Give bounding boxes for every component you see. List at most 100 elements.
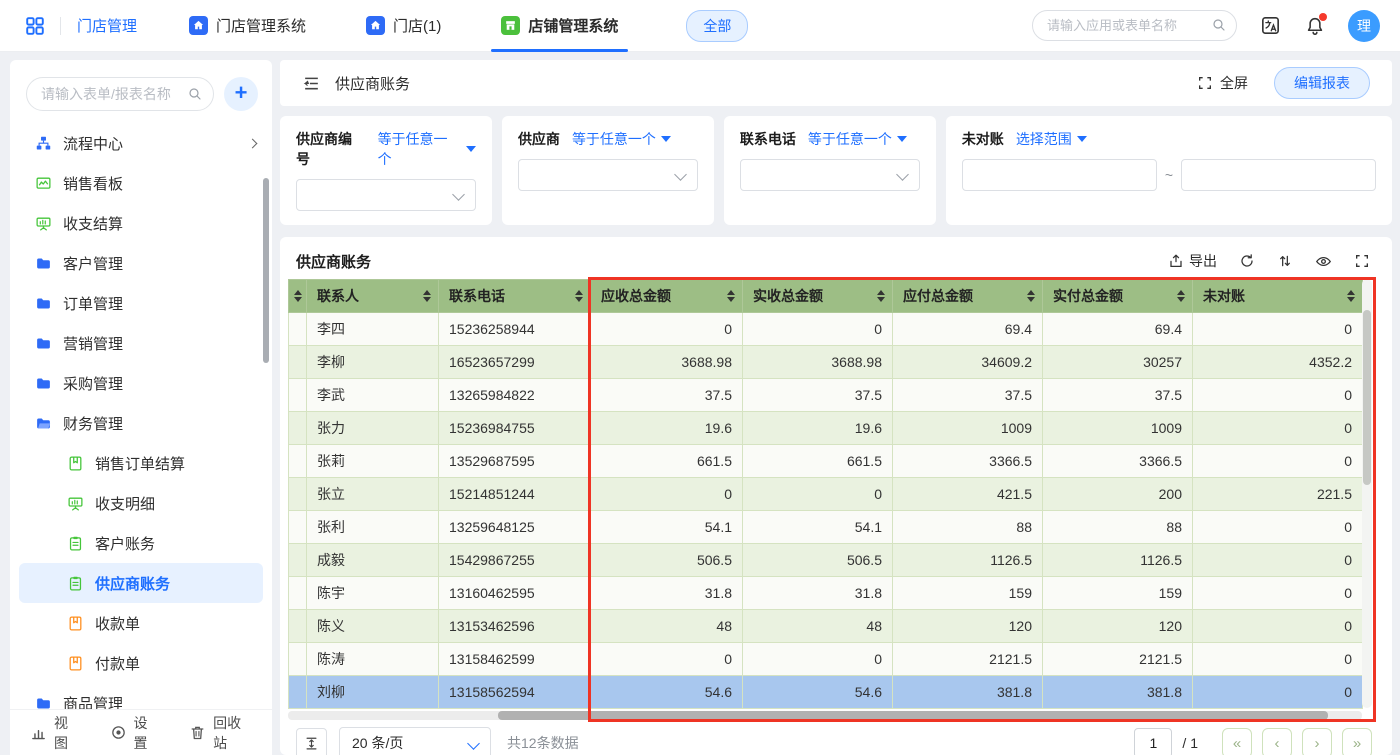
table-row[interactable]: 张利1325964812554.154.188880 bbox=[289, 511, 1363, 544]
table-row[interactable]: 李柳165236572993688.983688.9834609.2302574… bbox=[289, 346, 1363, 379]
table-row[interactable]: 成毅15429867255506.5506.51126.51126.50 bbox=[289, 544, 1363, 577]
page-size-select[interactable]: 20 条/页 bbox=[339, 727, 491, 755]
last-page-button[interactable]: » bbox=[1342, 728, 1372, 755]
page-number-input[interactable] bbox=[1134, 728, 1172, 755]
sidebar-footer-回收站[interactable]: 回收站 bbox=[189, 713, 252, 753]
book-orange-icon bbox=[67, 615, 84, 632]
all-apps-badge[interactable]: 全部 bbox=[686, 10, 748, 42]
export-button[interactable]: 导出 bbox=[1168, 251, 1217, 271]
sidebar-item-客户管理[interactable]: 客户管理 bbox=[10, 243, 272, 283]
next-page-button[interactable]: › bbox=[1302, 728, 1332, 755]
cell: 张利 bbox=[307, 511, 439, 544]
collapse-sidebar-icon[interactable] bbox=[302, 74, 321, 93]
sidebar-item-销售看板[interactable]: 销售看板 bbox=[10, 163, 272, 203]
range-max-input[interactable] bbox=[1181, 159, 1376, 191]
refresh-icon[interactable] bbox=[1239, 253, 1255, 269]
sidebar-item-采购管理[interactable]: 采购管理 bbox=[10, 363, 272, 403]
table-row[interactable]: 李武1326598482237.537.537.537.50 bbox=[289, 379, 1363, 412]
filter-condition[interactable]: 选择范围 bbox=[1016, 129, 1087, 149]
table-row[interactable]: 陈义1315346259648481201200 bbox=[289, 610, 1363, 643]
table-row[interactable]: 张莉13529687595661.5661.53366.53366.50 bbox=[289, 445, 1363, 478]
workspace-title[interactable]: 门店管理 bbox=[77, 15, 137, 36]
filter-condition[interactable]: 等于任意一个 bbox=[808, 129, 907, 149]
column-header-联系人[interactable]: 联系人 bbox=[307, 280, 439, 313]
global-search-input[interactable] bbox=[1032, 10, 1237, 41]
sort-toggle-icon[interactable] bbox=[1277, 253, 1293, 269]
cell: 2121.5 bbox=[1043, 643, 1193, 676]
sidebar-scrollbar[interactable] bbox=[263, 178, 269, 363]
sort-up-arrow bbox=[575, 286, 583, 295]
fullscreen-button[interactable]: 全屏 bbox=[1197, 73, 1248, 93]
horizontal-scrollbar[interactable] bbox=[288, 711, 1362, 720]
table-fullscreen-icon[interactable] bbox=[1354, 253, 1370, 269]
edit-report-button[interactable]: 编辑报表 bbox=[1274, 67, 1370, 99]
column-header-应付总金额[interactable]: 应付总金额 bbox=[893, 280, 1043, 313]
cell: 0 bbox=[743, 643, 893, 676]
vertical-scrollbar[interactable] bbox=[1362, 279, 1372, 708]
main-content: 供应商账务 全屏 编辑报表 供应商编号等于任意一个供应商等于任意一个联系电话等于… bbox=[280, 60, 1392, 755]
filter-condition[interactable]: 等于任意一个 bbox=[572, 129, 671, 149]
fullscreen-label: 全屏 bbox=[1220, 73, 1248, 93]
column-header-未对账[interactable]: 未对账 bbox=[1193, 280, 1363, 313]
tab-店铺管理系统[interactable]: 店铺管理系统 bbox=[495, 0, 624, 52]
global-search bbox=[1032, 10, 1237, 41]
translate-icon[interactable] bbox=[1259, 14, 1282, 37]
sidebar-item-商品管理[interactable]: 商品管理 bbox=[10, 683, 272, 709]
tab-门店(1)[interactable]: 门店(1) bbox=[360, 0, 447, 52]
sidebar-item-收支明细[interactable]: 收支明细 bbox=[10, 483, 272, 523]
footer-label: 回收站 bbox=[213, 713, 252, 753]
divider bbox=[60, 17, 61, 35]
tab-门店管理系统[interactable]: 门店管理系统 bbox=[183, 0, 312, 52]
cell: 15214851244 bbox=[439, 478, 591, 511]
layout: + 流程中心销售看板收支结算客户管理订单管理营销管理采购管理财务管理销售订单结算… bbox=[0, 52, 1400, 755]
cell: 0 bbox=[1193, 577, 1363, 610]
first-page-button[interactable]: « bbox=[1222, 728, 1252, 755]
filter-未对账: 未对账选择范围~ bbox=[946, 116, 1392, 225]
sidebar-item-label: 收支结算 bbox=[63, 213, 123, 234]
filter-select[interactable] bbox=[296, 179, 476, 211]
column-header-实收总金额[interactable]: 实收总金额 bbox=[743, 280, 893, 313]
sidebar-item-供应商账务[interactable]: 供应商账务 bbox=[19, 563, 263, 603]
column-header-stub[interactable] bbox=[289, 280, 307, 313]
sidebar-footer-视图[interactable]: 视图 bbox=[30, 713, 80, 753]
column-header-应收总金额[interactable]: 应收总金额 bbox=[591, 280, 743, 313]
filter-condition[interactable]: 等于任意一个 bbox=[378, 129, 476, 169]
sidebar-item-财务管理[interactable]: 财务管理 bbox=[10, 403, 272, 443]
filter-select[interactable] bbox=[518, 159, 698, 191]
table-row[interactable]: 刘柳1315856259454.654.6381.8381.80 bbox=[289, 676, 1363, 709]
column-header-实付总金额[interactable]: 实付总金额 bbox=[1043, 280, 1193, 313]
range-min-input[interactable] bbox=[962, 159, 1157, 191]
sidebar-item-订单管理[interactable]: 订单管理 bbox=[10, 283, 272, 323]
table-row[interactable]: 李四152362589440069.469.40 bbox=[289, 313, 1363, 346]
sidebar-item-营销管理[interactable]: 营销管理 bbox=[10, 323, 272, 363]
avatar[interactable]: 理 bbox=[1348, 10, 1380, 42]
column-header-联系电话[interactable]: 联系电话 bbox=[439, 280, 591, 313]
sort-down-arrow bbox=[423, 297, 431, 306]
sidebar-nav: 流程中心销售看板收支结算客户管理订单管理营销管理采购管理财务管理销售订单结算收支… bbox=[10, 119, 272, 709]
sidebar-item-收支结算[interactable]: 收支结算 bbox=[10, 203, 272, 243]
filter-select[interactable] bbox=[740, 159, 920, 191]
sidebar-search-input[interactable] bbox=[26, 77, 214, 111]
export-icon bbox=[1168, 253, 1184, 269]
sort-icon bbox=[575, 286, 583, 306]
table-row[interactable]: 陈涛13158462599002121.52121.50 bbox=[289, 643, 1363, 676]
notification-bell-icon[interactable] bbox=[1304, 15, 1326, 37]
sidebar-item-收款单[interactable]: 收款单 bbox=[10, 603, 272, 643]
table-row[interactable]: 张立1521485124400421.5200221.5 bbox=[289, 478, 1363, 511]
expand-rows-button[interactable] bbox=[296, 728, 327, 755]
cell: 31.8 bbox=[591, 577, 743, 610]
table-row[interactable]: 陈宇1316046259531.831.81591590 bbox=[289, 577, 1363, 610]
sidebar-item-客户账务[interactable]: 客户账务 bbox=[10, 523, 272, 563]
column-visibility-eye-icon[interactable] bbox=[1315, 253, 1332, 270]
add-form-button[interactable]: + bbox=[224, 77, 258, 111]
cell: 陈义 bbox=[307, 610, 439, 643]
sidebar-item-销售订单结算[interactable]: 销售订单结算 bbox=[10, 443, 272, 483]
stub-cell bbox=[289, 544, 307, 577]
sidebar-item-付款单[interactable]: 付款单 bbox=[10, 643, 272, 683]
apps-grid-icon[interactable] bbox=[24, 15, 46, 37]
table-row[interactable]: 张力1523698475519.619.6100910090 bbox=[289, 412, 1363, 445]
filter-condition-text: 等于任意一个 bbox=[808, 129, 892, 149]
prev-page-button[interactable]: ‹ bbox=[1262, 728, 1292, 755]
sidebar-footer-设置[interactable]: 设置 bbox=[110, 713, 160, 753]
sidebar-item-流程中心[interactable]: 流程中心 bbox=[10, 123, 272, 163]
